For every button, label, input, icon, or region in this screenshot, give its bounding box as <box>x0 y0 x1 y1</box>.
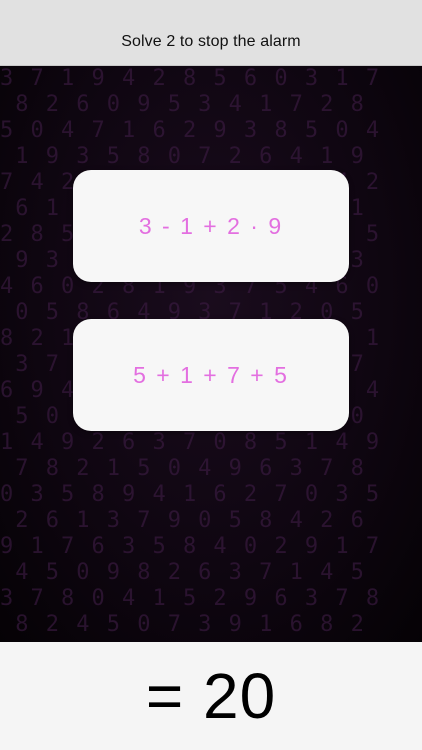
problem-card-1[interactable]: 3 - 1 + 2 · 9 <box>73 170 349 282</box>
problem-expression-2: 5 + 1 + 7 + 5 <box>133 361 289 388</box>
answer-display: = 20 <box>145 660 277 732</box>
header-title: Solve 2 to stop the alarm <box>121 33 301 50</box>
header-bar: Solve 2 to stop the alarm <box>0 0 422 66</box>
problem-area: 3 7 1 9 4 2 8 5 6 0 3 1 7 8 2 6 0 9 5 3 … <box>0 66 422 642</box>
problem-card-2[interactable]: 5 + 1 + 7 + 5 <box>73 319 349 431</box>
problem-expression-1: 3 - 1 + 2 · 9 <box>138 212 284 239</box>
answer-bar: = 20 <box>0 642 422 750</box>
